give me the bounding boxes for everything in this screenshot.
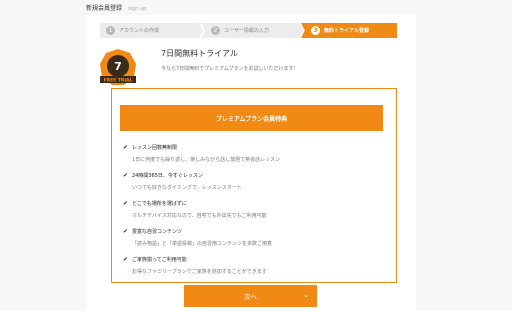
- page-title: 新規会員登録 sign up: [86, 3, 146, 12]
- check-icon: ✔: [123, 200, 129, 207]
- feature-description: お得なファミリープランでご家族を追加することができます: [132, 269, 267, 275]
- badge-label: FREE TRIAL: [104, 78, 133, 84]
- page-title-text: 新規会員登録: [86, 5, 123, 12]
- step-label: アカウントの作成: [119, 28, 160, 34]
- feature-description: いつでも好きなタイミングで、レッスンスタート: [132, 185, 242, 191]
- premium-benefits-box: プレミアムプラン会員特典 ✔ レッスン回数無制限 1日に何度でも繰り返し、楽しみ…: [111, 88, 397, 283]
- step-number: 1: [106, 26, 115, 35]
- step-label: 無料トライアル登録: [324, 28, 369, 34]
- next-button[interactable]: 次へ ⌄: [184, 285, 317, 307]
- feature-title: 24時間365日、今すぐレッスン: [132, 173, 203, 179]
- trial-title: 7日間無料トライアル: [161, 49, 239, 58]
- progress-steps: 1 アカウントの作成 2 ユーザー情報の入力 3 無料トライアル登録: [100, 23, 398, 38]
- check-icon: ✔: [123, 144, 129, 151]
- trial-description: 今なら7日間無料でプレミアムプランをお試しいただけます！: [161, 66, 299, 72]
- step-account: 1 アカウントの作成: [100, 23, 203, 38]
- page-subtitle: sign up: [128, 6, 147, 12]
- next-button-label: 次へ: [244, 293, 257, 301]
- signup-card: 1 アカウントの作成 2 ユーザー情報の入力 3 無料トライアル登録 7 FRE…: [86, 15, 416, 311]
- badge-number: 7: [114, 60, 122, 73]
- step-free-trial: 3 無料トライアル登録: [301, 23, 397, 38]
- feature-description: 1日に何度でも繰り返し、楽しみながら話し放題で英会話レッスン: [132, 157, 281, 163]
- step-user-info: 2 ユーザー情報の入力: [201, 23, 303, 38]
- step-number: 2: [211, 26, 220, 35]
- feature-description: マルチデバイス対応なので、自宅でも外出先でもご利用可能: [132, 213, 267, 219]
- check-icon: ✔: [123, 228, 129, 235]
- feature-title: レッスン回数無制限: [132, 145, 178, 151]
- feature-title: 豊富な自習コンテンツ: [132, 229, 183, 235]
- chevron-down-icon: ⌄: [303, 291, 309, 299]
- check-icon: ✔: [123, 172, 129, 179]
- feature-title: ご家族揃ってご利用可能: [132, 257, 187, 263]
- step-number: 3: [311, 26, 320, 35]
- check-icon: ✔: [123, 256, 129, 263]
- free-trial-badge-icon: 7 FREE TRIAL: [100, 49, 136, 85]
- premium-plan-button[interactable]: プレミアムプラン会員特典: [120, 105, 383, 131]
- feature-title: どこでも場所を選ばずに: [132, 201, 187, 207]
- step-label: ユーザー情報の入力: [224, 28, 269, 34]
- feature-description: 「読み物語」と「単語投稿」の自習用コンテンツを多数ご用意: [132, 241, 273, 247]
